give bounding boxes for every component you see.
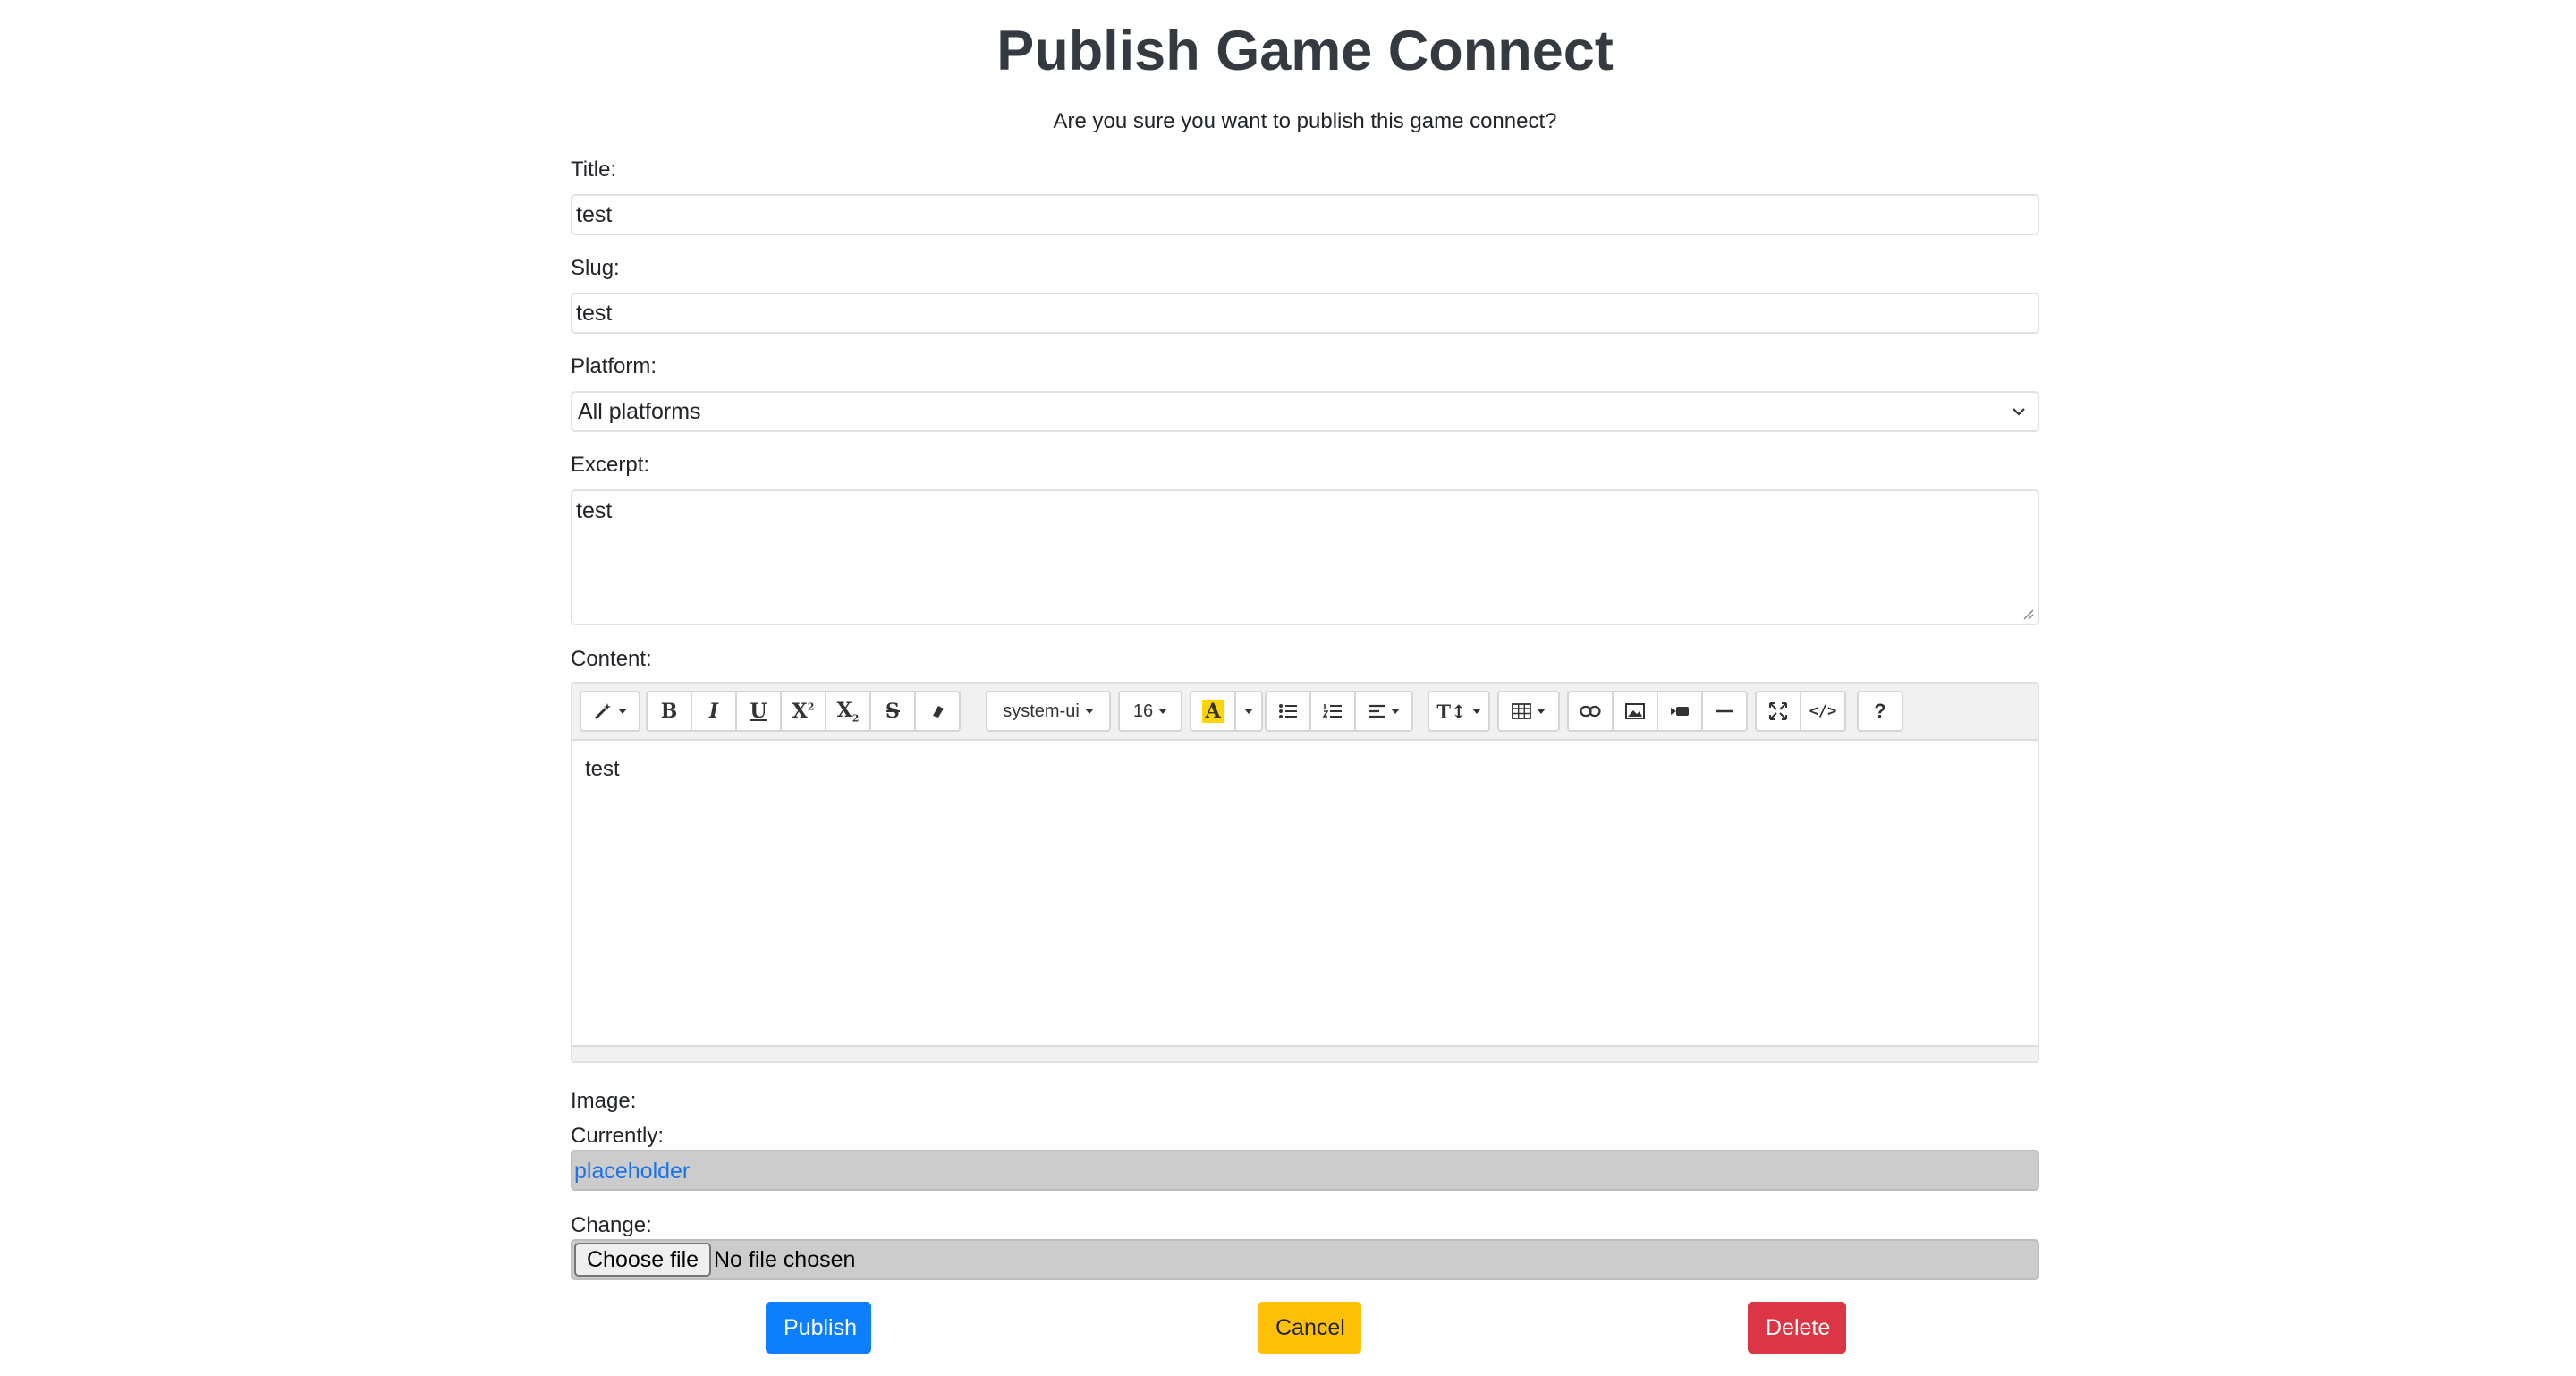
underline-button[interactable]: U [735, 691, 782, 732]
change-label: Change: [571, 1213, 652, 1237]
font-name-value: system-ui [1003, 701, 1080, 721]
delete-button[interactable]: Delete [1748, 1302, 1846, 1354]
strikethrough-button[interactable]: S [869, 691, 916, 732]
unordered-list-button[interactable] [1265, 691, 1311, 732]
currently-label: Currently: [571, 1124, 665, 1148]
bold-icon: B [660, 700, 678, 723]
code-view-button[interactable]: </> [1800, 691, 1846, 732]
platform-select-value: All platforms [578, 399, 701, 424]
platform-label: Platform: [571, 354, 657, 378]
excerpt-textarea[interactable]: test [571, 489, 2039, 625]
table-dropdown[interactable] [1497, 691, 1560, 732]
eraser-icon [933, 706, 944, 718]
color-dropdown[interactable] [1234, 691, 1263, 732]
superscript-button[interactable]: X2 [780, 691, 826, 732]
code-view-icon: </> [1809, 702, 1837, 720]
content-label: Content: [571, 647, 652, 671]
fullscreen-icon [1769, 702, 1787, 720]
paragraph-group [1265, 691, 1413, 732]
rich-text-editor: B I U X2 X2 S system-ui 16 A T↕ </> ? te… [571, 682, 2039, 1063]
current-image-link[interactable]: placeholder [574, 1155, 690, 1187]
table-icon [1512, 703, 1531, 719]
insert-group [1567, 691, 1748, 732]
underline-icon: U [750, 700, 767, 723]
image-file-input[interactable]: Choose file No file chosen [571, 1239, 2039, 1280]
title-input-value: test [576, 202, 613, 227]
no-file-text: No file chosen [714, 1247, 856, 1272]
italic-button[interactable]: I [691, 691, 737, 732]
title-label: Title: [571, 157, 617, 182]
unordered-list-icon [1279, 704, 1297, 718]
superscript-icon: X2 [792, 700, 815, 723]
editor-content-area[interactable]: test [572, 739, 2038, 1049]
title-input[interactable]: test [571, 194, 2039, 235]
excerpt-label: Excerpt: [571, 453, 650, 477]
italic-icon: I [708, 700, 719, 723]
help-group: ? [1857, 691, 1903, 732]
font-size-value: 16 [1132, 701, 1154, 721]
font-color-button[interactable]: A [1190, 691, 1236, 732]
page-title: Publish Game Connect [996, 20, 1614, 82]
excerpt-textarea-value: test [576, 498, 613, 523]
cancel-button[interactable]: Cancel [1258, 1302, 1361, 1354]
slug-label: Slug: [571, 256, 620, 280]
view-group: </> [1755, 691, 1846, 732]
editor-resize-bar[interactable] [572, 1045, 2038, 1061]
font-name-group: system-ui [986, 691, 1111, 732]
table-group [1497, 691, 1560, 732]
publish-button[interactable]: Publish [766, 1302, 871, 1354]
picture-button[interactable] [1612, 691, 1658, 732]
height-group: T↕ [1428, 691, 1490, 732]
ordered-list-button[interactable] [1309, 691, 1356, 732]
fullscreen-button[interactable] [1755, 691, 1801, 732]
font-color-icon: A [1202, 700, 1224, 723]
editor-content-text: test [585, 757, 620, 781]
bold-button[interactable]: B [646, 691, 692, 732]
image-label: Image: [571, 1089, 637, 1113]
clear-format-button[interactable] [914, 691, 961, 732]
chevron-down-icon [2012, 408, 2025, 416]
resize-grip-icon[interactable] [2021, 607, 2034, 620]
font-size-dropdown[interactable]: 16 [1118, 691, 1182, 732]
subscript-button[interactable]: X2 [825, 691, 871, 732]
slug-input-value: test [576, 301, 613, 326]
video-button[interactable] [1657, 691, 1703, 732]
color-group: A [1190, 691, 1263, 732]
ordered-list-icon [1323, 704, 1342, 718]
horizontal-rule-button[interactable] [1701, 691, 1748, 732]
confirm-message: Are you sure you want to publish this ga… [1053, 109, 1557, 133]
subscript-icon: X2 [836, 698, 860, 725]
font-name-dropdown[interactable]: system-ui [986, 691, 1111, 732]
horizontal-rule-icon [1716, 709, 1733, 713]
align-dropdown[interactable] [1354, 691, 1413, 732]
align-icon [1368, 704, 1385, 718]
magic-icon [594, 703, 611, 720]
help-icon: ? [1874, 700, 1886, 722]
font-size-group: 16 [1118, 691, 1182, 732]
style-button[interactable] [580, 691, 640, 732]
slug-input[interactable]: test [571, 293, 2039, 334]
page: Publish Game Connect Are you sure you wa… [0, 0, 2576, 1376]
strikethrough-icon: S [886, 700, 900, 723]
style-group [580, 691, 640, 732]
video-icon [1671, 707, 1689, 716]
line-height-icon: T↕ [1436, 700, 1467, 723]
current-image-box: placeholder [571, 1150, 2039, 1191]
link-icon [1580, 705, 1601, 718]
link-button[interactable] [1567, 691, 1614, 732]
picture-icon [1625, 703, 1645, 719]
line-height-dropdown[interactable]: T↕ [1428, 691, 1490, 732]
platform-select[interactable]: All platforms [571, 391, 2039, 432]
choose-file-button[interactable]: Choose file [574, 1243, 712, 1277]
editor-toolbar: B I U X2 X2 S system-ui 16 A T↕ </> ? [572, 684, 2038, 741]
font-style-group: B I U X2 X2 S [646, 691, 961, 732]
help-button[interactable]: ? [1857, 691, 1903, 732]
